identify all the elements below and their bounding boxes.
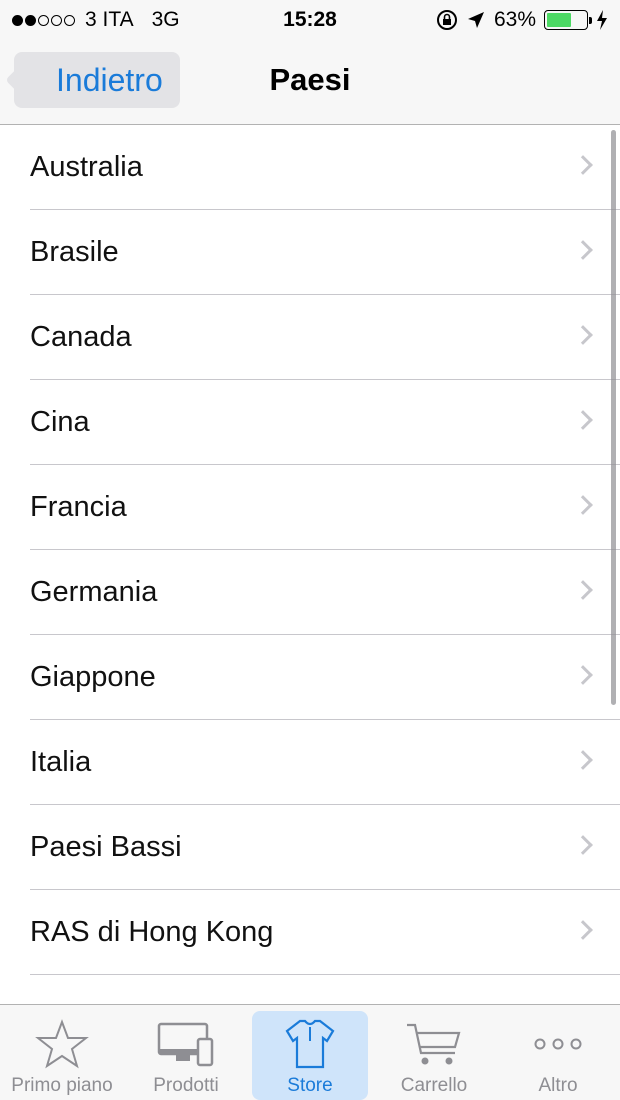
country-row[interactable]: Giappone — [0, 635, 620, 720]
battery-percent: 63% — [493, 8, 536, 31]
chevron-right-icon — [573, 920, 593, 940]
country-row[interactable]: Francia — [0, 465, 620, 550]
country-label: Canada — [30, 321, 132, 353]
country-label: Paesi Bassi — [30, 831, 182, 863]
tab-label: Primo piano — [11, 1075, 113, 1096]
charging-bolt-icon — [597, 10, 607, 30]
status-right: 63% — [428, 8, 608, 32]
chevron-right-icon — [573, 750, 593, 770]
country-row[interactable]: RAS di Hong Kong — [0, 890, 620, 975]
battery-nub — [589, 17, 592, 24]
country-row[interactable] — [0, 975, 620, 1005]
country-label: Francia — [30, 491, 127, 523]
tab-label: Store — [287, 1075, 333, 1096]
more-icon — [531, 1017, 585, 1071]
tab-primo-piano[interactable]: Primo piano — [0, 1005, 124, 1100]
chevron-right-icon — [573, 325, 593, 345]
country-row[interactable]: Canada — [0, 295, 620, 380]
navigation-bar: Indietro Paesi — [0, 40, 620, 125]
tab-store[interactable]: Store — [248, 1005, 372, 1100]
tab-carrello[interactable]: Carrello — [372, 1005, 496, 1100]
tab-label: Prodotti — [153, 1075, 219, 1096]
page-title: Paesi — [269, 62, 351, 97]
country-row[interactable]: Australia — [0, 125, 620, 210]
location-arrow-icon — [467, 12, 484, 28]
chevron-right-icon — [573, 155, 593, 175]
status-bar: 3 ITA 3G 15:28 63% — [0, 0, 620, 40]
battery-icon — [544, 10, 592, 30]
chevron-right-icon — [573, 495, 593, 515]
rotation-lock-icon — [436, 10, 457, 30]
tab-bar: Primo piano Prodotti Store Carrello Altr… — [0, 1004, 620, 1100]
country-row[interactable]: Cina — [0, 380, 620, 465]
battery-fill — [547, 13, 571, 27]
country-label: Giappone — [30, 661, 156, 693]
country-row[interactable]: Paesi Bassi — [0, 805, 620, 890]
devices-icon — [156, 1017, 216, 1071]
country-label: Brasile — [30, 236, 119, 268]
country-label: Cina — [30, 406, 90, 438]
tab-label: Altro — [538, 1075, 578, 1096]
country-row[interactable]: Brasile — [0, 210, 620, 295]
country-row[interactable]: Germania — [0, 550, 620, 635]
scroll-indicator[interactable] — [611, 130, 616, 705]
star-icon — [35, 1017, 89, 1071]
shirt-icon — [283, 1017, 337, 1071]
country-label: Australia — [30, 151, 143, 183]
country-list: Australia Brasile Canada Cina Francia Ge… — [0, 125, 620, 1005]
cart-icon — [405, 1017, 463, 1071]
chevron-right-icon — [573, 410, 593, 430]
tab-prodotti[interactable]: Prodotti — [124, 1005, 248, 1100]
country-label: Germania — [30, 576, 158, 608]
country-label: Italia — [30, 746, 92, 778]
country-row[interactable]: Italia — [0, 720, 620, 805]
chevron-right-icon — [573, 665, 593, 685]
chevron-right-icon — [573, 240, 593, 260]
tab-label: Carrello — [400, 1075, 468, 1096]
tab-altro[interactable]: Altro — [496, 1005, 620, 1100]
chevron-right-icon — [573, 835, 593, 855]
country-label: RAS di Hong Kong — [30, 916, 274, 948]
chevron-right-icon — [573, 580, 593, 600]
